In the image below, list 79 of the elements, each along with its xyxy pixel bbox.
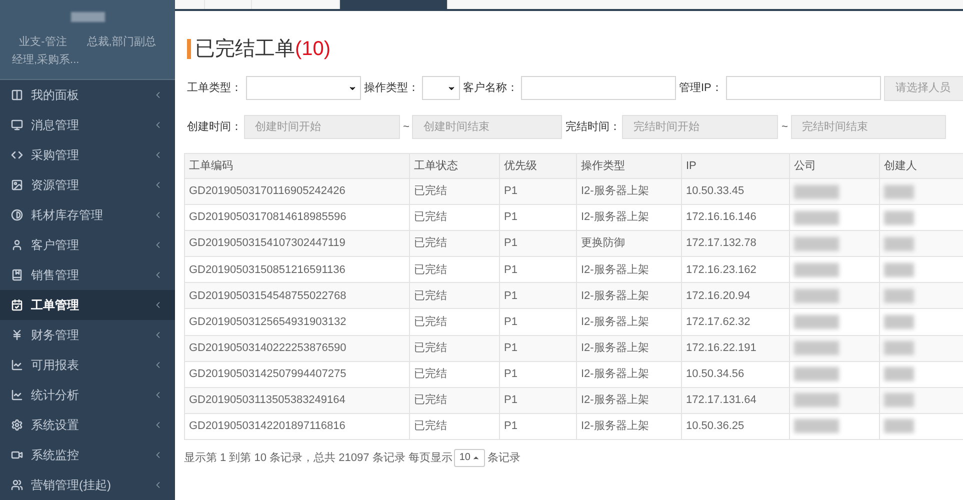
range-separator: ~ bbox=[781, 120, 788, 135]
person-field[interactable]: 请选择人员 bbox=[884, 76, 963, 100]
table-cell: 10.50.34.56 bbox=[682, 361, 790, 388]
tab[interactable] bbox=[340, 0, 448, 9]
sidebar-item[interactable]: 消息管理 bbox=[0, 110, 175, 140]
half-circle-icon bbox=[11, 208, 23, 221]
sidebar-item[interactable]: 耗材库存管理 bbox=[0, 200, 175, 230]
customer-field[interactable] bbox=[521, 76, 676, 100]
sidebar-item[interactable]: 我的面板 bbox=[0, 80, 175, 110]
field-label: 客户名称： bbox=[463, 80, 518, 96]
table-cell: P1 bbox=[500, 335, 576, 362]
user-role: 业支-管注 bbox=[19, 34, 67, 50]
table-cell: 172.17.131.64 bbox=[682, 387, 790, 414]
sidebar-item[interactable]: 财务管理 bbox=[0, 320, 175, 350]
sidebar-item[interactable]: 系统设置 bbox=[0, 410, 175, 440]
table-cell: I2-服务器上架 bbox=[576, 387, 682, 414]
field-label: 创建时间： bbox=[187, 120, 242, 135]
table-cell: 已完结 bbox=[410, 308, 500, 336]
field-label: 操作类型： bbox=[364, 80, 419, 96]
book-icon bbox=[11, 268, 23, 281]
table-cell: 172.16.22.191 bbox=[682, 335, 790, 362]
table-cell: GD20190503142507994407275 bbox=[184, 361, 410, 388]
user-role: 经理,采购系... bbox=[12, 52, 80, 68]
yen-icon bbox=[11, 328, 23, 341]
table-cell: 10.50.36.25 bbox=[682, 413, 790, 440]
table-cell: GD20190503142201897116816 bbox=[184, 413, 410, 440]
table-cell: 已完结 bbox=[410, 413, 500, 440]
line-chart-icon bbox=[11, 388, 23, 401]
table-cell: P1 bbox=[500, 387, 576, 414]
table-cell: 已完结 bbox=[410, 335, 500, 362]
table-cell: GD20190503113505383249164 bbox=[184, 387, 410, 414]
table-cell: 已完结 bbox=[410, 361, 500, 388]
panel-icon bbox=[11, 88, 23, 101]
column-header: 操作类型 bbox=[576, 154, 682, 178]
column-header: 工单编码 bbox=[184, 154, 410, 178]
video-camera-icon bbox=[11, 449, 23, 462]
table-cell: GD20190503125654931903132 bbox=[184, 308, 410, 336]
table-cell: GD20190503140222253876590 bbox=[184, 335, 410, 362]
table-cell: P1 bbox=[500, 413, 576, 440]
avatar-placeholder bbox=[70, 12, 104, 22]
title-accent-bar bbox=[187, 39, 191, 59]
users-icon bbox=[11, 479, 23, 492]
pagination-summary: 显示第 1 到第 10 条记录，总共 21097 条记录 每页显示 bbox=[184, 450, 452, 466]
user-icon bbox=[11, 238, 23, 251]
sidebar-item[interactable]: 采购管理 bbox=[0, 140, 175, 170]
table-cell: 172.17.62.32 bbox=[682, 308, 790, 336]
field-label: 管理IP： bbox=[679, 80, 722, 96]
sidebar-item[interactable]: 工单管理 bbox=[0, 290, 175, 320]
order-type-select[interactable] bbox=[246, 76, 361, 100]
sidebar-item[interactable]: 资源管理 bbox=[0, 170, 175, 200]
code-icon bbox=[11, 148, 23, 161]
image-icon bbox=[11, 178, 23, 191]
table-cell: I2-服务器上架 bbox=[576, 413, 682, 440]
sidebar-item[interactable]: 统计分析 bbox=[0, 380, 175, 410]
calendar-icon bbox=[11, 298, 23, 311]
column-header: IP bbox=[682, 154, 790, 178]
line-chart-icon bbox=[11, 358, 23, 371]
monitor-icon bbox=[11, 118, 23, 131]
sidebar-item[interactable]: 客户管理 bbox=[0, 230, 175, 260]
ip-field[interactable] bbox=[726, 76, 882, 100]
sidebar-item[interactable]: 系统监控 bbox=[0, 440, 175, 470]
settings-icon bbox=[11, 418, 23, 431]
op-type-select[interactable] bbox=[422, 76, 460, 100]
table-cell: I2-服务器上架 bbox=[576, 361, 682, 388]
table-cell: P1 bbox=[500, 361, 576, 388]
sidebar-item[interactable]: 营销管理(挂起) bbox=[0, 470, 175, 500]
page-title: 已完结工单(10) bbox=[195, 37, 331, 62]
sidebar-item[interactable]: 销售管理 bbox=[0, 260, 175, 290]
sidebar-item[interactable]: 可用报表 bbox=[0, 350, 175, 380]
range-separator: ~ bbox=[403, 120, 410, 135]
field-label: 完结时间： bbox=[565, 120, 620, 135]
table-cell: I2-服务器上架 bbox=[576, 308, 682, 336]
field-label: 工单类型： bbox=[187, 80, 242, 96]
table-cell: P1 bbox=[500, 308, 576, 336]
user-role: 总裁,部门副总 bbox=[86, 34, 156, 50]
table-cell: 已完结 bbox=[410, 387, 500, 414]
table-cell: I2-服务器上架 bbox=[576, 335, 682, 362]
page-size-select[interactable]: 10 bbox=[454, 448, 486, 467]
pagination-suffix: 条记录 bbox=[487, 450, 520, 466]
